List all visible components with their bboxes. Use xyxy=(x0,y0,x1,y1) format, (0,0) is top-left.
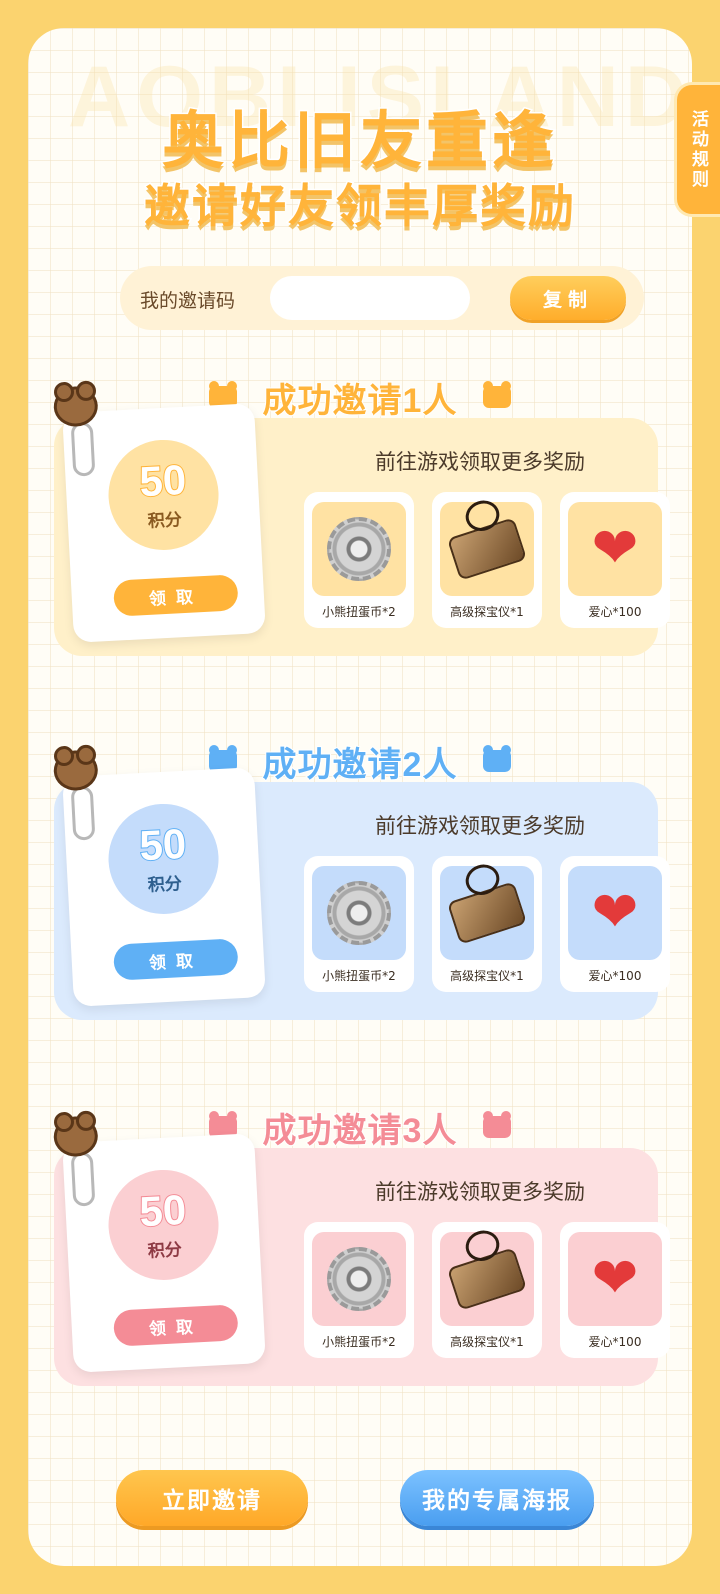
points-unit: 积分 xyxy=(147,509,183,532)
points-badge: 50 积分 xyxy=(105,801,222,917)
paperclip-icon xyxy=(70,785,96,841)
points-badge: 50 积分 xyxy=(105,1167,222,1283)
reward-name: 小熊扭蛋币*2 xyxy=(322,605,396,619)
tier-1-title: 成功邀请1人 xyxy=(262,381,458,421)
heart-icon: ❤ xyxy=(591,880,639,945)
points-value: 50 xyxy=(137,454,188,505)
reward-item: 小熊扭蛋币*2 xyxy=(304,856,414,992)
gear-coin-icon xyxy=(327,517,391,581)
tier-3-title: 成功邀请3人 xyxy=(262,1111,458,1151)
activity-page: AOBI ISLAND 奥比旧友重逢 邀请好友领丰厚奖励 我的邀请码 复制 成功… xyxy=(28,28,692,1566)
reward-name: 爱心*100 xyxy=(588,1335,642,1349)
reward-name: 爱心*100 xyxy=(588,969,642,983)
invite-code-field[interactable] xyxy=(270,276,470,320)
reward-item: ❤ 爱心*100 xyxy=(560,492,670,628)
tier-1-card: 50 积分 领取 前往游戏领取更多奖励 小熊扭蛋币*2 高级探宝仪*1 ❤ 爱心… xyxy=(52,385,670,656)
paperclip-icon xyxy=(70,421,96,477)
reward-item: ❤ 爱心*100 xyxy=(560,856,670,992)
page-title: 奥比旧友重逢 xyxy=(160,106,558,178)
reward-item: 小熊扭蛋币*2 xyxy=(304,1222,414,1358)
treasure-detector-icon xyxy=(446,517,528,581)
treasure-detector-icon xyxy=(446,881,528,945)
activity-rules-tab[interactable]: 活动规则 xyxy=(674,82,720,217)
my-poster-button[interactable]: 我的专属海报 xyxy=(400,1470,594,1526)
reward-item: 高级探宝仪*1 xyxy=(432,856,542,992)
claim-button[interactable]: 领取 xyxy=(112,1304,239,1347)
reward-item: 高级探宝仪*1 xyxy=(432,1222,542,1358)
bear-badge-icon xyxy=(483,381,512,408)
paperclip-icon xyxy=(70,1151,96,1207)
reward-name: 高级探宝仪*1 xyxy=(450,1335,524,1349)
reward-name: 爱心*100 xyxy=(588,605,642,619)
heart-icon: ❤ xyxy=(591,516,639,581)
reward-name: 高级探宝仪*1 xyxy=(450,605,524,619)
points-badge: 50 积分 xyxy=(105,437,222,553)
rewards-title: 前往游戏领取更多奖励 xyxy=(375,1180,585,1204)
claim-button[interactable]: 领取 xyxy=(112,938,239,981)
tier-3-card: 50 积分 领取 前往游戏领取更多奖励 小熊扭蛋币*2 高级探宝仪*1 ❤ 爱心… xyxy=(52,1115,670,1386)
bear-badge-icon xyxy=(483,1111,512,1138)
points-unit: 积分 xyxy=(147,1239,183,1262)
tier-2-title: 成功邀请2人 xyxy=(262,745,458,785)
tier-2-card: 50 积分 领取 前往游戏领取更多奖励 小熊扭蛋币*2 高级探宝仪*1 ❤ 爱心… xyxy=(52,749,670,1020)
heart-icon: ❤ xyxy=(591,1246,639,1311)
copy-button[interactable]: 复制 xyxy=(510,276,626,320)
points-panel: 50 积分 领取 xyxy=(52,385,266,643)
bear-badge-icon xyxy=(483,745,512,772)
reward-item: 高级探宝仪*1 xyxy=(432,492,542,628)
points-value: 50 xyxy=(137,818,188,869)
points-unit: 积分 xyxy=(147,873,183,896)
page-subtitle: 邀请好友领丰厚奖励 xyxy=(143,179,576,234)
rewards-title: 前往游戏领取更多奖励 xyxy=(375,814,585,838)
reward-name: 小熊扭蛋币*2 xyxy=(322,1335,396,1349)
points-panel: 50 积分 领取 xyxy=(52,749,266,1007)
invite-code-bar: 我的邀请码 复制 xyxy=(120,266,644,330)
treasure-detector-icon xyxy=(446,1247,528,1311)
reward-name: 小熊扭蛋币*2 xyxy=(322,969,396,983)
reward-item: 小熊扭蛋币*2 xyxy=(304,492,414,628)
invite-now-button[interactable]: 立即邀请 xyxy=(116,1470,308,1526)
rewards-title: 前往游戏领取更多奖励 xyxy=(375,450,585,474)
points-panel: 50 积分 领取 xyxy=(52,1115,266,1373)
claim-button[interactable]: 领取 xyxy=(112,574,239,617)
reward-name: 高级探宝仪*1 xyxy=(450,969,524,983)
points-value: 50 xyxy=(137,1184,188,1235)
gear-coin-icon xyxy=(327,1247,391,1311)
reward-item: ❤ 爱心*100 xyxy=(560,1222,670,1358)
invite-code-label: 我的邀请码 xyxy=(140,290,236,312)
gear-coin-icon xyxy=(327,881,391,945)
